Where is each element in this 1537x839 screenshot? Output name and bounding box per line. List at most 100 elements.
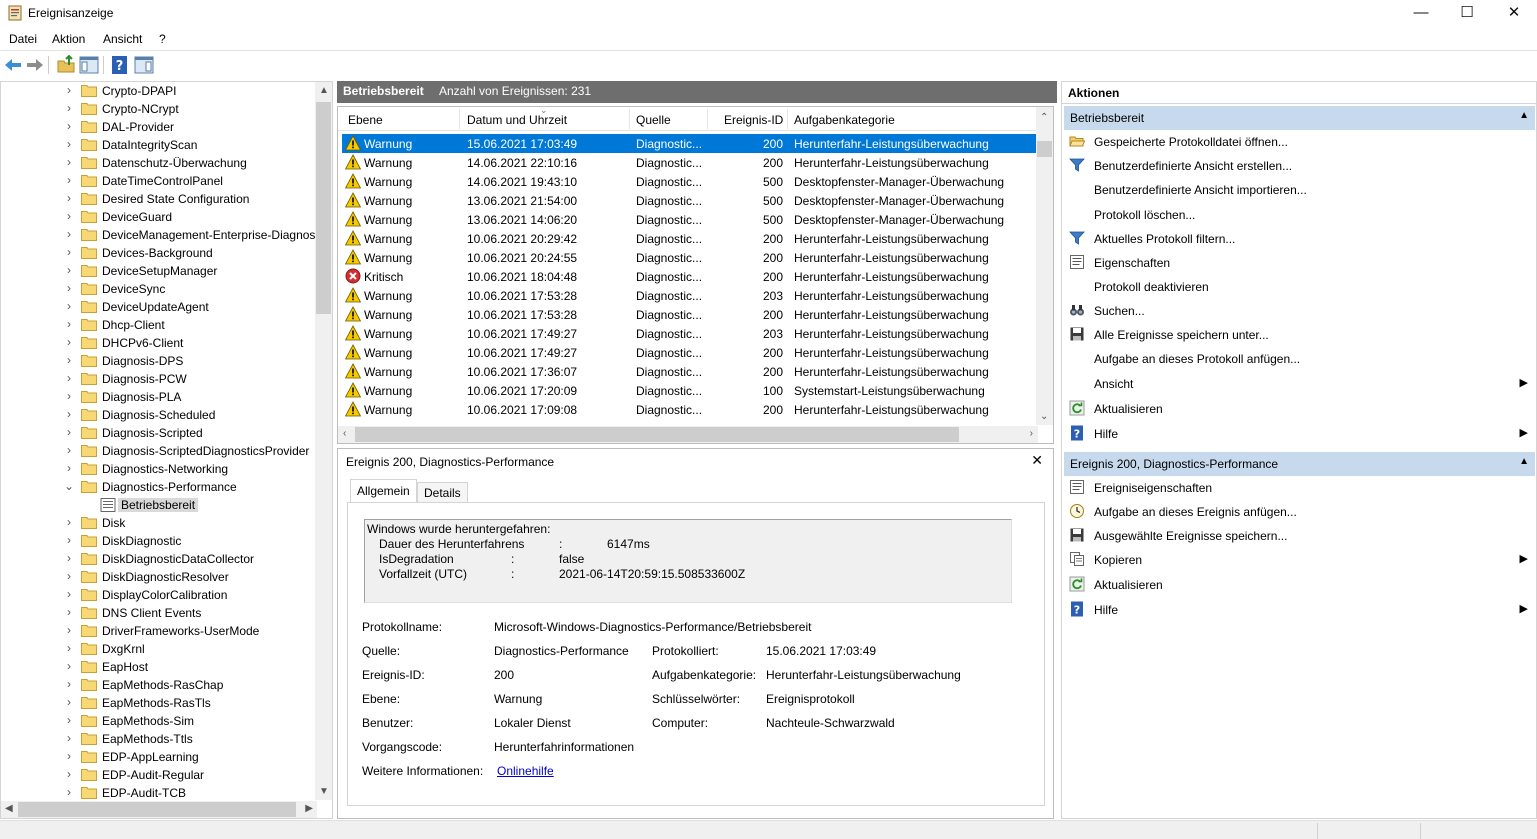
chevron-right-icon[interactable]: › (63, 389, 75, 403)
tree-item-folder[interactable]: › EapMethods-RasTls (1, 694, 317, 712)
tree-item-folder[interactable]: › Datenschutz-Überwachung (1, 154, 317, 172)
chevron-right-icon[interactable]: › (63, 785, 75, 799)
action-item[interactable]: Aktualisieren (1062, 574, 1536, 596)
tab-allgemein[interactable]: Allgemein (350, 479, 417, 503)
up-folder-icon[interactable] (56, 55, 76, 75)
chevron-right-icon[interactable]: › (63, 299, 75, 313)
chevron-right-icon[interactable]: › (63, 461, 75, 475)
tab-details[interactable]: Details (417, 482, 468, 503)
tree-item-folder[interactable]: › Crypto-DPAPI (1, 82, 317, 100)
action-item[interactable]: Aufgabe an dieses Ereignis anfügen... (1062, 501, 1536, 523)
action-item[interactable]: Ausgewählte Ereignisse speichern... (1062, 525, 1536, 547)
action-item[interactable]: Ansicht ▶ (1062, 373, 1536, 395)
event-row[interactable]: Kritisch 10.06.2021 18:04:48 Diagnostic...… (342, 267, 1036, 286)
menu-datei[interactable]: Datei (9, 32, 37, 46)
tree-item-folder[interactable]: › EDP-Audit-TCB (1, 784, 317, 802)
tree-hscroll-thumb[interactable] (18, 802, 296, 817)
event-row[interactable]: Warnung 10.06.2021 17:53:28 Diagnostic... 2… (342, 305, 1036, 324)
tree-item-folder[interactable]: › EapMethods-Ttls (1, 730, 317, 748)
event-row[interactable]: Warnung 13.06.2021 14:06:20 Diagnostic... 5… (342, 210, 1036, 229)
chevron-right-icon[interactable]: › (63, 281, 75, 295)
chevron-right-icon[interactable]: › (63, 695, 75, 709)
menu-ansicht[interactable]: Ansicht (103, 32, 142, 46)
chevron-right-icon[interactable]: › (63, 659, 75, 673)
forward-arrow-icon[interactable] (25, 55, 45, 75)
tree-scroll-thumb[interactable] (316, 102, 331, 314)
chevron-right-icon[interactable]: › (63, 353, 75, 367)
show-hide-action-pane-icon[interactable] (134, 55, 154, 75)
event-list-vertical-scrollbar[interactable]: ⌃ ⌄ (1036, 107, 1053, 425)
tree-item-folder[interactable]: › EDP-Audit-Regular (1, 766, 317, 784)
menu-help[interactable]: ? (159, 32, 166, 46)
tree-item-folder[interactable]: › DeviceGuard (1, 208, 317, 226)
event-list-horizontal-scrollbar[interactable]: ‹ › (338, 426, 1038, 443)
chevron-right-icon[interactable]: › (63, 425, 75, 439)
event-list-scroll-thumb[interactable] (1037, 141, 1052, 157)
event-row[interactable]: Warnung 14.06.2021 19:43:10 Diagnostic... 5… (342, 172, 1036, 191)
chevron-right-icon[interactable]: › (63, 245, 75, 259)
tree-item-folder[interactable]: › DeviceSync (1, 280, 317, 298)
tree-item-folder[interactable]: ⌄ Diagnostics-Performance (1, 478, 317, 496)
scroll-right-icon[interactable]: ▶ (305, 803, 313, 814)
chevron-right-icon[interactable]: › (63, 533, 75, 547)
chevron-right-icon[interactable]: › (63, 407, 75, 421)
chevron-right-icon[interactable]: › (63, 515, 75, 529)
chevron-right-icon[interactable]: › (63, 317, 75, 331)
event-row[interactable]: Warnung 10.06.2021 17:20:09 Diagnostic... 1… (342, 381, 1036, 400)
chevron-right-icon[interactable]: › (63, 713, 75, 727)
action-item[interactable]: Suchen... (1062, 300, 1536, 322)
tree-item-log[interactable]: Betriebsbereit (1, 496, 317, 514)
event-row[interactable]: Warnung 13.06.2021 21:54:00 Diagnostic... 5… (342, 191, 1036, 210)
event-list[interactable]: Ebene Datum und Uhrzeit ⌄ Quelle Ereigni… (337, 106, 1054, 444)
chevron-right-icon[interactable]: › (63, 569, 75, 583)
chevron-right-icon[interactable]: › (63, 443, 75, 457)
chevron-right-icon[interactable]: › (63, 155, 75, 169)
log-tree-pane[interactable]: › Crypto-DPAPI › Crypto-NCrypt › DAL-Provider… (0, 81, 333, 819)
tree-item-folder[interactable]: › DiskDiagnosticResolver (1, 568, 317, 586)
chevron-right-icon[interactable]: › (63, 641, 75, 655)
chevron-right-icon[interactable]: › (63, 191, 75, 205)
actions-section-event[interactable]: Ereignis 200, Diagnostics-Performance ▲ (1064, 452, 1535, 476)
tree-item-folder[interactable]: › DisplayColorCalibration (1, 586, 317, 604)
chevron-right-icon[interactable]: › (63, 83, 75, 97)
tree-item-folder[interactable]: › Diagnostics-Networking (1, 460, 317, 478)
chevron-right-icon[interactable]: › (63, 227, 75, 241)
tree-item-folder[interactable]: › DriverFrameworks-UserMode (1, 622, 317, 640)
action-item[interactable]: Gespeicherte Protokolldatei öffnen... (1062, 131, 1536, 153)
tree-vertical-scrollbar[interactable]: ▲ ▼ (315, 82, 332, 800)
event-row[interactable]: Warnung 10.06.2021 17:36:07 Diagnostic... 2… (342, 362, 1036, 381)
tree-item-folder[interactable]: › DeviceUpdateAgent (1, 298, 317, 316)
tree-item-folder[interactable]: › Diagnosis-Scheduled (1, 406, 317, 424)
chevron-right-icon[interactable]: › (63, 137, 75, 151)
chevron-right-icon[interactable]: › (63, 767, 75, 781)
event-row[interactable]: Warnung 15.06.2021 17:03:49 Diagnostic... 2… (342, 134, 1036, 153)
actions-section-log[interactable]: Betriebsbereit ▲ (1064, 106, 1535, 130)
tree-horizontal-scrollbar[interactable]: ◀ ▶ (1, 801, 317, 818)
tree-item-folder[interactable]: › DateTimeControlPanel (1, 172, 317, 190)
show-hide-tree-icon[interactable] (79, 55, 99, 75)
action-item[interactable]: Ereigniseigenschaften (1062, 477, 1536, 499)
event-row[interactable]: Warnung 10.06.2021 17:49:27 Diagnostic... 2… (342, 343, 1036, 362)
tree-item-folder[interactable]: › DiskDiagnostic (1, 532, 317, 550)
column-header-ereignis-id[interactable]: Ereignis-ID (724, 113, 783, 127)
event-row[interactable]: Warnung 10.06.2021 20:24:55 Diagnostic... 2… (342, 248, 1036, 267)
online-help-link[interactable]: Onlinehilfe (497, 764, 554, 778)
action-item[interactable]: ? Hilfe ▶ (1062, 599, 1536, 621)
chevron-right-icon[interactable]: › (63, 335, 75, 349)
tree-item-folder[interactable]: › Diagnosis-ScriptedDiagnosticsProvider (1, 442, 317, 460)
tree-item-folder[interactable]: › DNS Client Events (1, 604, 317, 622)
scroll-down-icon[interactable]: ⌄ (1040, 411, 1048, 422)
action-item[interactable]: Kopieren ▶ (1062, 549, 1536, 571)
action-item[interactable]: Benutzerdefinierte Ansicht importieren..… (1062, 179, 1536, 201)
tree-item-folder[interactable]: › Diagnosis-PLA (1, 388, 317, 406)
collapse-icon[interactable]: ▲ (1519, 456, 1529, 467)
tree-item-folder[interactable]: › EDP-AppLearning (1, 748, 317, 766)
action-item[interactable]: ? Hilfe ▶ (1062, 423, 1536, 445)
tree-item-folder[interactable]: › DxgKrnl (1, 640, 317, 658)
scroll-left-icon[interactable]: ‹ (343, 428, 346, 439)
chevron-right-icon[interactable]: › (63, 749, 75, 763)
event-message-box[interactable]: Windows wurde heruntergefahren: Dauer de… (364, 519, 1012, 603)
minimize-button[interactable]: — (1398, 0, 1444, 28)
chevron-right-icon[interactable]: › (63, 263, 75, 277)
close-button[interactable]: ✕ (1491, 0, 1537, 28)
